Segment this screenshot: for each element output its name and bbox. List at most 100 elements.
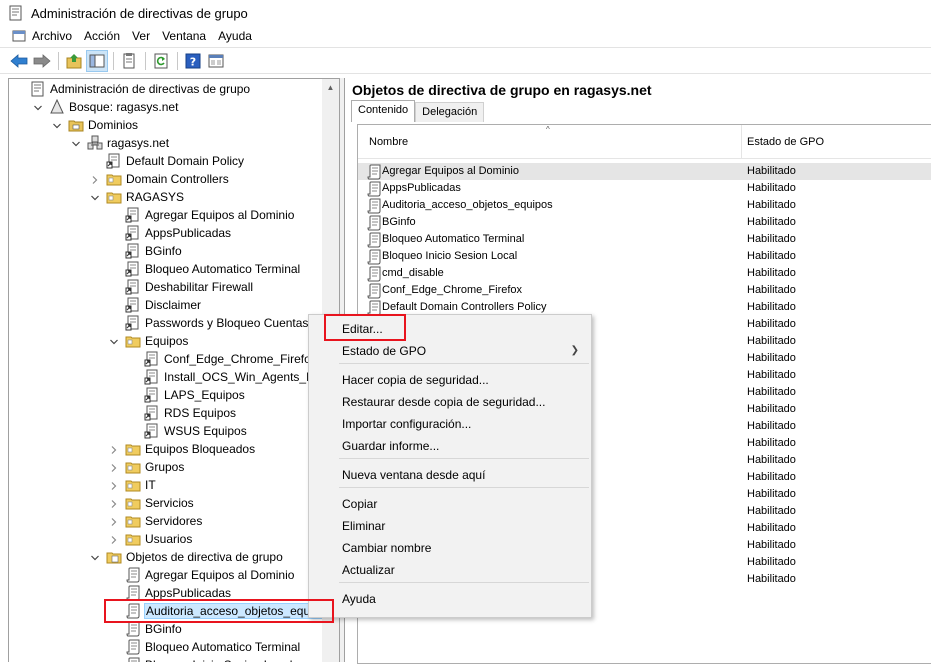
- row-name: cmd_disable: [382, 267, 444, 279]
- row-status: Habilitado: [747, 267, 796, 279]
- tree-item[interactable]: Domain Controllers: [90, 170, 230, 188]
- column-header-nombre[interactable]: Nombre: [369, 136, 408, 148]
- table-row[interactable]: Auditoria_acceso_objetos_equipos Habilita…: [358, 197, 931, 214]
- menu-item-copia-seguridad[interactable]: Hacer copia de seguridad...: [309, 369, 591, 391]
- menu-item-copiar[interactable]: Copiar: [309, 493, 591, 515]
- table-row[interactable]: Conf_Edge_Chrome_Firefox Habilitado: [358, 282, 931, 299]
- tree-item[interactable]: Bloqueo Automatico Terminal: [109, 260, 301, 278]
- tree-item[interactable]: AppsPublicadas: [109, 584, 232, 602]
- gpo-link-icon: [125, 261, 141, 277]
- tree-item[interactable]: Passwords y Bloqueo Cuentas: [109, 314, 309, 332]
- tree-item[interactable]: Administración de directivas de grupo: [14, 80, 251, 98]
- menu-item-nueva-ventana[interactable]: Nueva ventana desde aquí: [309, 464, 591, 486]
- tree-item[interactable]: Bosque: ragasys.net: [33, 98, 179, 116]
- tree-item[interactable]: Default Domain Policy: [90, 152, 245, 170]
- tree-item[interactable]: AppsPublicadas: [109, 224, 232, 242]
- menu-accion[interactable]: Acción: [78, 26, 126, 46]
- ou-folder-icon: [125, 441, 141, 457]
- tree-item[interactable]: LAPS_Equipos: [128, 386, 246, 404]
- tree-item[interactable]: Bloqueo Automatico Terminal: [109, 638, 301, 656]
- menu-item-eliminar[interactable]: Eliminar: [309, 515, 591, 537]
- table-row[interactable]: AppsPublicadas Habilitado: [358, 180, 931, 197]
- tab-delegacion[interactable]: Delegación: [415, 102, 485, 122]
- chevron-right-icon[interactable]: [90, 174, 100, 184]
- menu-ayuda[interactable]: Ayuda: [212, 26, 258, 46]
- column-header-estado[interactable]: Estado de GPO: [747, 136, 824, 148]
- chevron-right-icon[interactable]: [109, 534, 119, 544]
- menu-archivo[interactable]: Archivo: [6, 26, 78, 46]
- tab-contenido[interactable]: Contenido: [351, 100, 416, 122]
- tree-item[interactable]: BGinfo: [109, 620, 183, 638]
- tree-item[interactable]: Auditoria_acceso_objetos_equipos: [109, 602, 335, 620]
- chevron-down-icon[interactable]: [33, 102, 43, 112]
- tree-item[interactable]: RDS Equipos: [128, 404, 237, 422]
- refresh-icon: [154, 53, 168, 68]
- menu-item-estado-gpo[interactable]: Estado de GPO ❯: [309, 340, 591, 362]
- tree-item[interactable]: Equipos Bloqueados: [109, 440, 256, 458]
- table-row[interactable]: Agregar Equipos al Dominio Habilitado: [358, 163, 931, 180]
- properties-button[interactable]: [118, 50, 140, 72]
- tree-item[interactable]: RAGASYS: [90, 188, 185, 206]
- tree-item[interactable]: Bloqueo Inicio Sesion Local: [109, 656, 293, 662]
- menu-ver[interactable]: Ver: [126, 26, 156, 46]
- up-folder-button[interactable]: [63, 50, 85, 72]
- forward-button[interactable]: [31, 50, 53, 72]
- table-row[interactable]: Bloqueo Inicio Sesion Local Habilitado: [358, 248, 931, 265]
- scroll-up-arrow-icon[interactable]: ▲: [322, 79, 339, 96]
- menu-ventana[interactable]: Ventana: [156, 26, 212, 46]
- tree-item[interactable]: Objetos de directiva de grupo: [90, 548, 284, 566]
- tree-pane[interactable]: Administración de directivas de grupo Bos…: [8, 78, 340, 662]
- back-button[interactable]: [8, 50, 30, 72]
- tree-item[interactable]: Servicios: [109, 494, 195, 512]
- console-button[interactable]: [205, 50, 227, 72]
- tree-item[interactable]: WSUS Equipos: [128, 422, 248, 440]
- menu-item-importar[interactable]: Importar configuración...: [309, 413, 591, 435]
- row-status: Habilitado: [747, 369, 796, 381]
- tree-item[interactable]: Servidores: [109, 512, 203, 530]
- row-status: Habilitado: [747, 284, 796, 296]
- menu-item-editar[interactable]: Editar...: [309, 318, 591, 340]
- menu-item-ayuda[interactable]: Ayuda: [309, 588, 591, 610]
- chevron-right-icon[interactable]: [109, 462, 119, 472]
- tree-item[interactable]: BGinfo: [109, 242, 183, 260]
- chevron-down-icon[interactable]: [90, 552, 100, 562]
- help-button[interactable]: ?: [182, 50, 204, 72]
- chevron-down-icon[interactable]: [71, 138, 81, 148]
- chevron-right-icon[interactable]: [109, 516, 119, 526]
- row-status: Habilitado: [747, 556, 796, 568]
- tree-item[interactable]: Equipos: [109, 332, 189, 350]
- tree-item-label: BGinfo: [145, 622, 182, 636]
- chevron-down-icon[interactable]: [52, 120, 62, 130]
- tree-item[interactable]: Grupos: [109, 458, 185, 476]
- refresh-button[interactable]: [150, 50, 172, 72]
- menu-item-guardar-informe[interactable]: Guardar informe...: [309, 435, 591, 457]
- table-row[interactable]: BGinfo Habilitado: [358, 214, 931, 231]
- chevron-down-icon[interactable]: [90, 192, 100, 202]
- tree-item[interactable]: Agregar Equipos al Dominio: [109, 206, 295, 224]
- submenu-arrow-icon: ❯: [570, 345, 579, 356]
- tree-item[interactable]: Dominios: [52, 116, 139, 134]
- chevron-right-icon[interactable]: [109, 498, 119, 508]
- table-row[interactable]: cmd_disable Habilitado: [358, 265, 931, 282]
- tree-item[interactable]: Agregar Equipos al Dominio: [109, 566, 295, 584]
- show-hide-tree-button[interactable]: [86, 49, 108, 72]
- tree-item[interactable]: ragasys.net: [71, 134, 170, 152]
- menu-item-actualizar[interactable]: Actualizar: [309, 559, 591, 581]
- chevron-right-icon[interactable]: [109, 444, 119, 454]
- tree-item[interactable]: Conf_Edge_Chrome_Firefox: [128, 350, 318, 368]
- column-divider[interactable]: [741, 125, 742, 159]
- gpmc-root-icon: [30, 81, 46, 97]
- tree-item[interactable]: Deshabilitar Firewall: [109, 278, 254, 296]
- forward-icon: [33, 53, 51, 68]
- tree-item[interactable]: Disclaimer: [109, 296, 202, 314]
- chevron-right-icon[interactable]: [109, 480, 119, 490]
- menu-item-cambiar-nombre[interactable]: Cambiar nombre: [309, 537, 591, 559]
- svg-text:?: ?: [190, 55, 196, 68]
- row-name: BGinfo: [382, 216, 416, 228]
- tree-item[interactable]: IT: [109, 476, 157, 494]
- chevron-down-icon[interactable]: [109, 336, 119, 346]
- tree-item[interactable]: Usuarios: [109, 530, 193, 548]
- table-row[interactable]: Bloqueo Automatico Terminal Habilitado: [358, 231, 931, 248]
- menu-item-restaurar[interactable]: Restaurar desde copia de seguridad...: [309, 391, 591, 413]
